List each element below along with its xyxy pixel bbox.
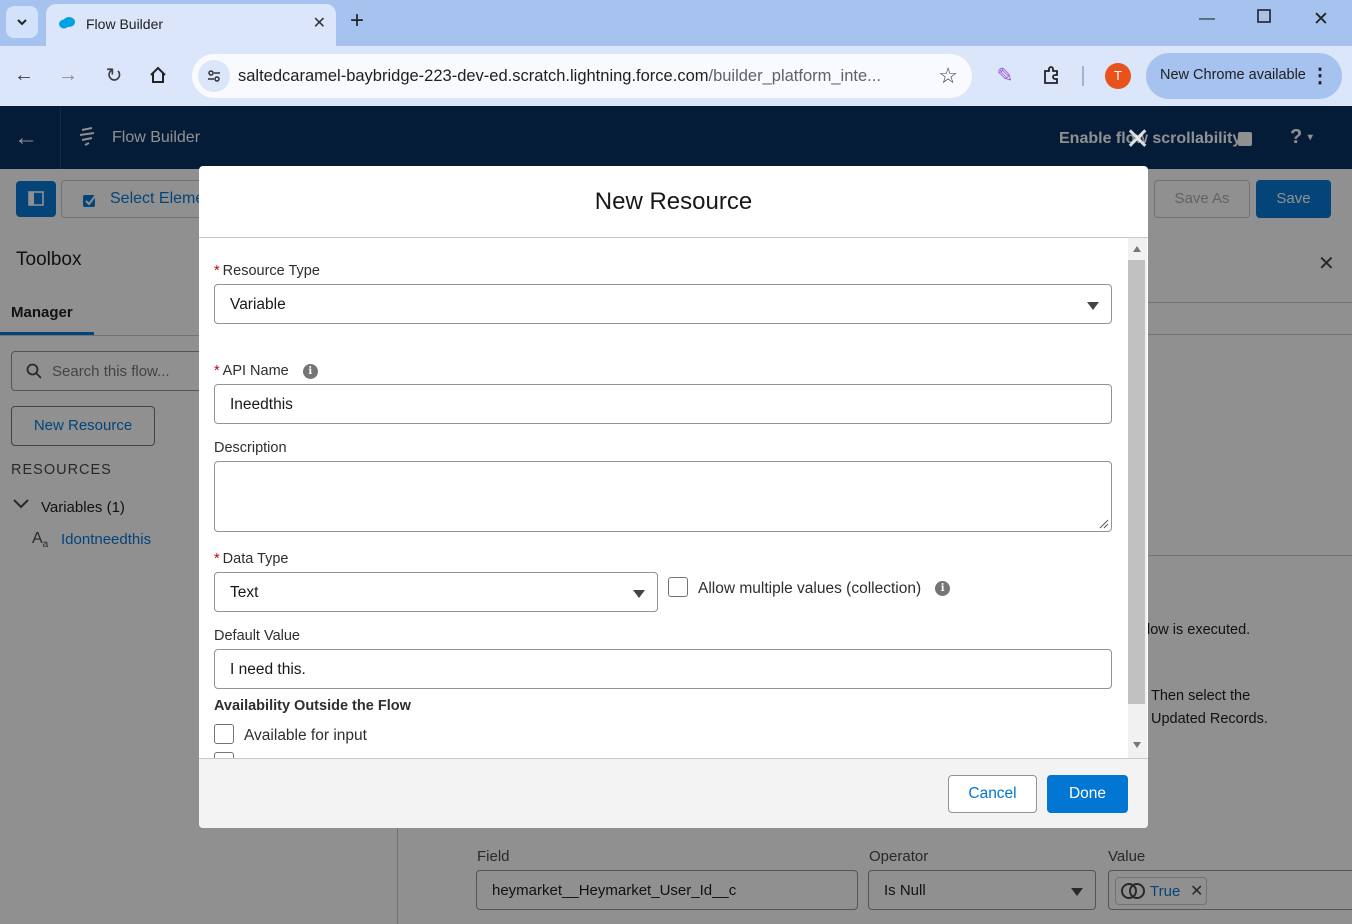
chevron-down-icon — [1087, 302, 1099, 310]
resize-handle-icon[interactable] — [1099, 519, 1109, 529]
api-name-label-text: API Name — [222, 363, 289, 379]
browser-tab[interactable]: Flow Builder ✕ — [46, 4, 336, 46]
cancel-button[interactable]: Cancel — [948, 775, 1037, 813]
site-info-icon[interactable] — [198, 60, 230, 92]
tab-search-button[interactable] — [6, 6, 38, 38]
resource-type-label-text: Resource Type — [222, 263, 320, 279]
resource-type-value: Variable — [230, 296, 286, 313]
minimize-icon[interactable]: — — [1199, 10, 1215, 28]
new-resource-modal: ✕ New Resource * Resource Type Variable *… — [199, 123, 1150, 828]
maximize-icon[interactable] — [1256, 8, 1272, 29]
new-tab-icon[interactable]: + — [350, 8, 364, 34]
bookmark-star-icon[interactable]: ☆ — [938, 63, 958, 89]
address-bar[interactable]: saltedcaramel-baybridge-223-dev-ed.scrat… — [192, 54, 972, 98]
description-textarea[interactable] — [214, 461, 1112, 532]
browser-toolbar: ← → ↻ saltedcaramel-baybridge-223-dev-ed… — [0, 46, 1352, 106]
reload-icon[interactable]: ↻ — [102, 63, 126, 87]
info-icon[interactable]: i — [302, 363, 318, 379]
url-path: /builder_platform_inte... — [708, 67, 881, 85]
allow-multiple-text: Allow multiple values (collection) — [698, 580, 922, 597]
required-marker: * — [214, 263, 220, 279]
chevron-down-icon — [633, 590, 645, 598]
browser-tabstrip: Flow Builder ✕ + — ✕ — [0, 0, 1352, 46]
data-type-value: Text — [230, 584, 259, 601]
default-value-label: Default Value — [214, 628, 300, 644]
url-text: saltedcaramel-baybridge-223-dev-ed.scrat… — [238, 67, 928, 86]
scroll-down-icon[interactable] — [1133, 742, 1141, 748]
salesforce-cloud-icon — [59, 17, 75, 29]
chrome-menu-icon[interactable]: ⋮ — [1310, 63, 1330, 88]
resource-type-label: * Resource Type — [214, 263, 320, 279]
scroll-up-icon[interactable] — [1133, 246, 1141, 252]
availability-title: Availability Outside the Flow — [214, 698, 411, 714]
modal-body: * Resource Type Variable * API Name i Ineed… — [199, 238, 1148, 758]
data-type-select[interactable]: Text — [214, 572, 658, 612]
info-icon[interactable]: i — [935, 581, 951, 597]
data-type-label-text: Data Type — [222, 551, 289, 567]
default-value-input[interactable]: I need this. — [214, 649, 1112, 689]
window-close-icon[interactable]: ✕ — [1313, 8, 1329, 31]
tab-close-icon[interactable]: ✕ — [313, 13, 326, 33]
chrome-update-button[interactable]: New Chrome available ⋮ — [1146, 53, 1342, 99]
modal-scrollbar-thumb[interactable] — [1128, 260, 1145, 704]
forward-arrow-icon[interactable]: → — [56, 63, 80, 87]
pen-extension-icon[interactable]: ✎ — [993, 63, 1017, 87]
api-name-input[interactable]: Ineedthis — [214, 384, 1112, 424]
resource-type-select[interactable]: Variable — [214, 284, 1112, 324]
chevron-down-icon — [17, 19, 27, 26]
modal-header: ✕ New Resource — [199, 123, 1150, 238]
profile-avatar[interactable]: T — [1105, 63, 1131, 89]
tab-title: Flow Builder — [86, 16, 164, 32]
modal-footer: Cancel Done — [199, 758, 1148, 828]
toolbar-separator — [1082, 66, 1084, 86]
back-arrow-icon[interactable]: ← — [12, 63, 36, 87]
done-button[interactable]: Done — [1047, 775, 1128, 813]
required-marker: * — [214, 363, 220, 379]
available-input-checkbox[interactable] — [214, 724, 234, 744]
allow-multiple-checkbox[interactable] — [668, 577, 688, 597]
chrome-update-label: New Chrome available — [1160, 67, 1306, 83]
api-name-label: * API Name i — [214, 363, 318, 379]
url-host: saltedcaramel-baybridge-223-dev-ed.scrat… — [238, 67, 709, 85]
modal-close-icon[interactable]: ✕ — [1125, 122, 1150, 157]
allow-multiple-label: Allow multiple values (collection) i — [698, 580, 951, 598]
data-type-label: * Data Type — [214, 551, 289, 567]
extensions-puzzle-icon[interactable] — [1039, 63, 1063, 87]
home-icon[interactable] — [146, 63, 170, 87]
description-label: Description — [214, 440, 287, 456]
required-marker: * — [214, 551, 220, 567]
modal-title: New Resource — [594, 188, 753, 215]
available-input-label: Available for input — [244, 727, 367, 744]
